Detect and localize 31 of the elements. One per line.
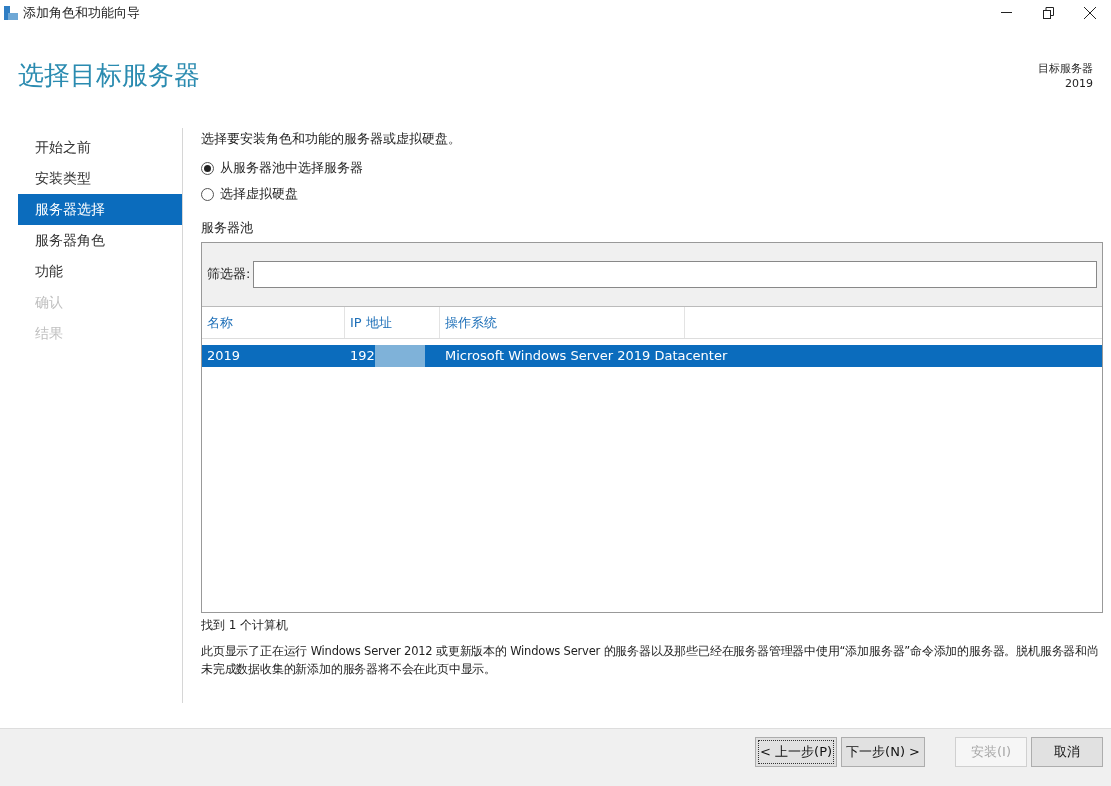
sidebar-item[interactable]: 功能 bbox=[18, 256, 182, 287]
radio-label: 选择虚拟硬盘 bbox=[220, 185, 298, 204]
radio-label: 从服务器池中选择服务器 bbox=[220, 159, 363, 178]
filter-field[interactable] bbox=[253, 260, 1097, 288]
wizard-button[interactable]: 下一步(N) > bbox=[841, 736, 925, 767]
info-text: 此页显示了正在运行 Windows Server 2012 或更新版本的 Windows Server 的服务器以及那些已经在服务器管理器中使用“添加服务器”命令添加的服务器。脱机服务器和尚未完成数据收集的新添加的服务器将不会在此页中显示。 bbox=[201, 642, 1100, 678]
column-header[interactable]: 名称 bbox=[202, 306, 345, 338]
server-app-icon bbox=[3, 5, 19, 21]
table-cell-text: 2019 bbox=[207, 346, 241, 365]
table-row[interactable]: 2019 192 Microsoft Windows Server 2019 Datacenter bbox=[202, 344, 1102, 367]
sidebar-item[interactable]: 服务器角色 bbox=[18, 225, 182, 256]
sidebar-item[interactable]: 开始之前 bbox=[18, 132, 182, 163]
sidebar-item[interactable]: 服务器选择 bbox=[18, 194, 182, 225]
close-icon bbox=[1084, 7, 1096, 19]
wizard-button[interactable]: < 上一步(P) bbox=[755, 736, 838, 767]
restore-icon bbox=[1042, 7, 1054, 19]
column-header[interactable]: IP 地址 bbox=[345, 306, 440, 338]
pool-title: 服务器池 bbox=[201, 219, 254, 237]
column-header[interactable]: 操作系统 bbox=[440, 306, 685, 338]
table-cell-text: Microsoft Windows Server 2019 Datacenter bbox=[445, 346, 728, 365]
window-title: 添加角色和功能向导 bbox=[23, 4, 140, 23]
sidebar-item[interactable]: 安装类型 bbox=[18, 163, 182, 194]
filter-label: 筛选器: bbox=[207, 265, 251, 284]
instruction-text: 选择要安装角色和功能的服务器或虚拟硬盘。 bbox=[201, 130, 462, 148]
target-server-label: 目标服务器 bbox=[1038, 61, 1093, 76]
page-title: 选择目标服务器 bbox=[18, 59, 200, 92]
target-server-name: 2019 bbox=[1064, 76, 1093, 91]
wizard-button[interactable]: 取消 bbox=[1031, 736, 1103, 767]
result-count: 找到 1 个计算机 bbox=[201, 616, 290, 634]
minimize-icon bbox=[1000, 12, 1012, 14]
table-cell-text: 192 bbox=[350, 346, 375, 365]
